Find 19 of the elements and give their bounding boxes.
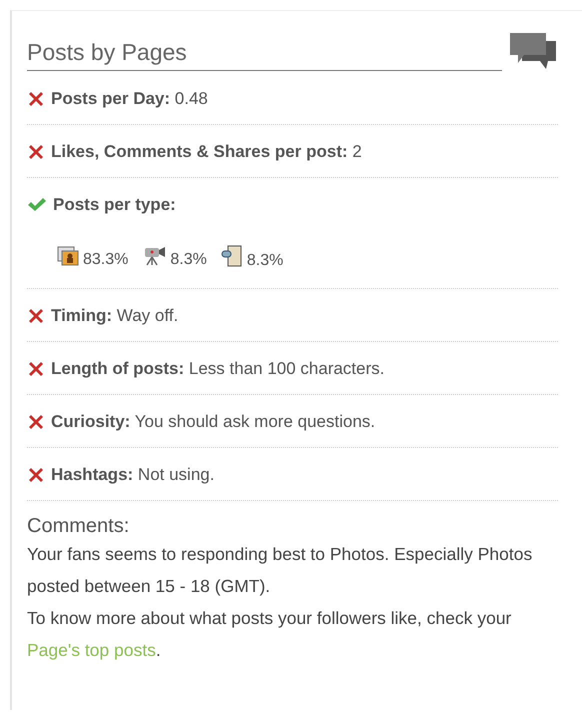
comment-paragraph: To know more about what posts your followers like, check your Page's top posts. — [27, 607, 512, 662]
panel-title: Posts by Pages — [27, 39, 502, 71]
comment-paragraph: Your fans seems to responding best to Photos. Especially Photos posted between 15 - 18 (GMT). — [27, 543, 534, 598]
check-result: Timing: Way off. — [51, 306, 178, 326]
check-result: Curiosity: You should ask more questions. — [51, 412, 376, 432]
type-share: 83.3% — [83, 251, 128, 269]
check-result: Posts per type: — [53, 195, 176, 215]
check-result: Posts per Day: 0.48 — [51, 89, 208, 109]
check-result: Likes, Comments & Shares per post: 2 — [51, 142, 362, 162]
check-result: Length of posts: Less than 100 characters. — [51, 359, 384, 379]
comments-heading: Comments: — [27, 515, 130, 538]
camera-icon — [142, 246, 166, 266]
check-result: Hashtags: Not using. — [51, 465, 214, 485]
document-link-icon — [220, 245, 243, 267]
type-share: 8.3% — [170, 251, 207, 269]
speech-bubbles-icon — [508, 31, 558, 71]
photo-icon — [57, 246, 79, 266]
type-share: 8.3% — [246, 252, 284, 270]
top-posts-link[interactable]: Page's top posts — [27, 640, 156, 660]
